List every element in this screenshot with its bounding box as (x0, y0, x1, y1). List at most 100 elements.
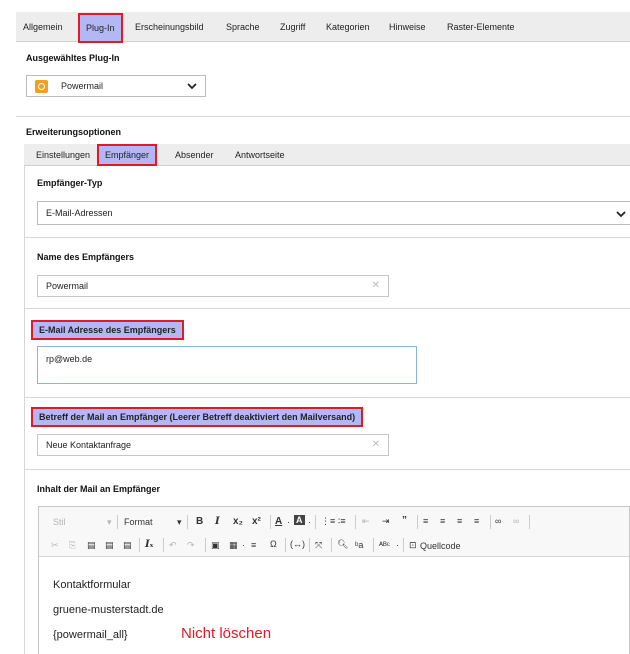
align-left-icon[interactable]: ≡ (423, 516, 428, 526)
separator (205, 538, 206, 552)
separator (529, 515, 530, 529)
unlink-icon[interactable]: ∞ (513, 516, 519, 526)
align-center-icon[interactable]: ≡ (440, 516, 445, 526)
remove-format-icon[interactable]: Iₓ (145, 539, 153, 550)
redo-icon[interactable]: ↷ (187, 540, 195, 551)
receiver-type-label: Empfänger-Typ (37, 178, 103, 188)
image-icon[interactable]: ▣ (211, 540, 220, 551)
receiver-type-select[interactable]: E-Mail-Adressen (37, 201, 630, 225)
chevron-down-icon[interactable]: ▾ (177, 517, 182, 528)
copy-icon[interactable]: ⎘ (69, 540, 76, 551)
divider (25, 397, 630, 398)
background-color-icon[interactable]: A (294, 515, 305, 525)
soft-hyphen-icon[interactable]: (↔) (290, 539, 305, 549)
chevron-down-icon[interactable]: · (242, 540, 245, 550)
undo-icon[interactable]: ↶ (169, 540, 177, 551)
paste-text-icon[interactable]: ▤ (105, 540, 114, 551)
paste-word-icon[interactable]: ▤ (123, 540, 132, 551)
tab-antwortseite[interactable]: Antwortseite (235, 144, 285, 166)
receiver-name-value: Powermail (46, 281, 89, 291)
align-right-icon[interactable]: ≡ (457, 516, 462, 526)
spellcheck-icon[interactable]: ᴬᴮᶜ (379, 540, 390, 550)
receiver-name-label: Name des Empfängers (37, 252, 135, 262)
tab-empfaenger[interactable]: Empfänger (97, 144, 158, 166)
chevron-down-icon (187, 83, 197, 90)
plugin-select[interactable]: Powermail (26, 75, 206, 97)
link-icon[interactable]: ∞ (495, 516, 501, 526)
plugin-section-title: Ausgewähltes Plug-In (26, 53, 120, 63)
separator (331, 538, 332, 552)
panel-border (24, 166, 25, 654)
separator (417, 515, 418, 529)
separator (315, 515, 316, 529)
tab-kategorien[interactable]: Kategorien (326, 16, 370, 38)
outdent-icon[interactable]: ⇤ (362, 516, 370, 527)
tab-plug-in[interactable]: Plug-In (78, 13, 123, 43)
bold-icon[interactable]: B (196, 516, 203, 527)
chevron-down-icon[interactable]: · (308, 517, 311, 527)
content-line: Kontaktformular (53, 579, 131, 591)
paste-icon[interactable]: ▤ (87, 540, 96, 551)
separator (187, 515, 188, 529)
tab-zugriff[interactable]: Zugriff (280, 16, 305, 38)
table-icon[interactable]: ▦ (229, 540, 238, 551)
divider (25, 469, 630, 470)
receiver-type-value: E-Mail-Adressen (46, 208, 113, 218)
clear-icon[interactable]: ✕ (372, 281, 380, 291)
search-icon[interactable]: 🔍︎ (337, 539, 348, 550)
rich-text-editor[interactable]: Stil ▾ Format ▾ B I x₂ x² A · A · ⋮≡ ∶≡ … (38, 506, 630, 654)
indent-icon[interactable]: ⇥ (382, 516, 390, 527)
receiver-email-value: rp@web.de (46, 354, 93, 364)
extension-section-title: Erweiterungsoptionen (26, 127, 122, 137)
maximize-icon[interactable]: ⤧ (315, 540, 322, 551)
italic-icon[interactable]: I (215, 516, 220, 527)
blockquote-icon[interactable]: ” (402, 515, 407, 526)
chevron-down-icon (616, 211, 626, 218)
text-color-icon[interactable]: A (275, 516, 282, 527)
sub-tab-bar: Einstellungen Empfänger Absender Antwort… (24, 144, 630, 166)
subject-input[interactable]: Neue Kontaktanfrage ✕ (37, 434, 389, 456)
receiver-name-input[interactable]: Powermail ✕ (37, 275, 389, 297)
chevron-down-icon[interactable]: · (396, 540, 399, 550)
cut-icon[interactable]: ✂ (51, 540, 59, 551)
clear-icon[interactable]: ✕ (372, 440, 380, 450)
separator (490, 515, 491, 529)
receiver-email-textarea[interactable]: rp@web.de (37, 346, 417, 384)
tab-erscheinungsbild[interactable]: Erscheinungsbild (135, 16, 204, 38)
separator (270, 515, 271, 529)
tab-sprache[interactable]: Sprache (226, 16, 260, 38)
replace-icon[interactable]: ᵇa (355, 540, 363, 550)
divider (25, 237, 630, 238)
separator (285, 538, 286, 552)
subject-label: Betreff der Mail an Empfänger (Leerer Be… (31, 407, 364, 427)
warning-note: Nicht löschen (181, 625, 272, 642)
align-justify-icon[interactable]: ≡ (474, 516, 479, 526)
chevron-down-icon[interactable]: · (287, 517, 290, 527)
subscript-icon[interactable]: x₂ (233, 516, 243, 527)
content-line: gruene-musterstadt.de (53, 604, 164, 616)
separator (355, 515, 356, 529)
divider (25, 308, 630, 309)
chevron-down-icon[interactable]: ▾ (107, 517, 112, 528)
superscript-icon[interactable]: x² (252, 516, 261, 527)
numbered-list-icon[interactable]: ⋮≡ (321, 516, 335, 527)
tab-allgemein[interactable]: Allgemein (23, 16, 63, 38)
separator (163, 538, 164, 552)
content-editor: Allgemein Plug-In Erscheinungsbild Sprac… (0, 0, 630, 654)
tab-raster-elemente[interactable]: Raster-Elemente (447, 16, 515, 38)
separator (373, 538, 374, 552)
special-char-icon[interactable]: Ω (270, 539, 277, 549)
horizontal-line-icon[interactable]: ≡ (251, 540, 256, 550)
format-dropdown[interactable]: Format (124, 517, 153, 527)
source-button[interactable]: Quellcode (420, 541, 461, 551)
tab-hinweise[interactable]: Hinweise (389, 16, 426, 38)
bullet-list-icon[interactable]: ∶≡ (338, 516, 346, 527)
source-icon[interactable]: ⊡ (409, 540, 417, 551)
receiver-email-label: E-Mail Adresse des Empfängers (31, 320, 184, 340)
tab-absender[interactable]: Absender (175, 144, 214, 166)
body-label: Inhalt der Mail an Empfänger (37, 484, 161, 494)
style-dropdown[interactable]: Stil (53, 517, 66, 527)
separator (117, 515, 118, 529)
separator (309, 538, 310, 552)
tab-einstellungen[interactable]: Einstellungen (36, 144, 90, 166)
